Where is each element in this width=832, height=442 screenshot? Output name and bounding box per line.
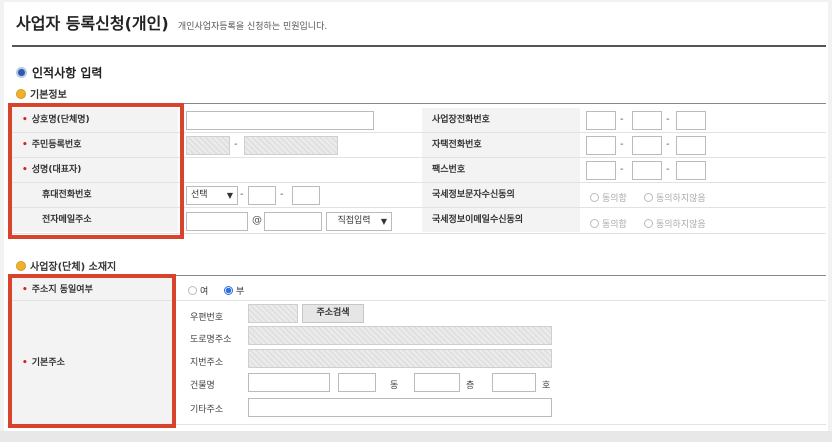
section-title: 인적사항 입력 [32, 66, 103, 80]
bullet-dot-icon [16, 88, 26, 99]
home-phone-middle-input[interactable] [632, 136, 662, 155]
business-phone-area-input[interactable] [586, 111, 616, 130]
building-floor-input[interactable] [414, 373, 460, 392]
email-consent-yes-radio[interactable]: 동의함 [590, 217, 627, 230]
page-subtitle: 개인사업자등록을 신청하는 민원입니다. [177, 22, 328, 32]
section-heading: 인적사항 입력 [16, 64, 102, 81]
fax-middle-input[interactable] [632, 161, 662, 180]
email-consent-no-radio[interactable]: 동의하지않음 [644, 217, 706, 230]
building-label: 건물명 [190, 381, 215, 391]
application-page: 사업자 등록신청(개인) 개인사업자등록을 신청하는 민원입니다. 인적사항 입… [4, 2, 828, 438]
dash-separator: - [666, 139, 670, 150]
floor-unit: 층 [466, 381, 475, 391]
dash-separator: - [666, 164, 670, 175]
same-address-no-radio[interactable]: 부 [224, 284, 244, 297]
same-address-yes-radio[interactable]: 여 [188, 284, 208, 297]
bullet-circle-icon [16, 67, 27, 78]
home-phone-area-input[interactable] [586, 136, 616, 155]
page-bottom-strip [0, 431, 832, 442]
label-home-phone: 자택전화번호 [422, 133, 580, 157]
postcode-input [248, 304, 298, 323]
dash-separator: - [620, 139, 624, 150]
road-address-label: 도로명주소 [190, 335, 232, 345]
other-address-input[interactable] [248, 398, 552, 417]
chevron-down-icon: ▼ [226, 191, 233, 200]
building-dong-input[interactable] [338, 373, 376, 392]
chevron-down-icon: ▼ [380, 217, 387, 226]
dash-separator: - [280, 189, 284, 200]
email-at-sign: @ [252, 215, 262, 226]
company-name-input[interactable] [186, 111, 374, 130]
email-domain-select[interactable]: 직접입력 ▼ [326, 212, 392, 231]
email-domain-input[interactable] [264, 212, 322, 231]
dash-separator: - [620, 114, 624, 125]
resident-number-first-input [186, 136, 230, 155]
highlight-box-address [8, 274, 176, 428]
bullet-dot-icon [16, 260, 26, 271]
dash-separator: - [234, 139, 238, 150]
dash-separator: - [620, 164, 624, 175]
jibun-address-label: 지번주소 [190, 358, 224, 368]
sms-consent-yes-radio[interactable]: 동의함 [590, 191, 627, 204]
label-email-consent: 국세정보이메일수신동의 [422, 208, 580, 232]
fax-area-input[interactable] [586, 161, 616, 180]
business-phone-last-input[interactable] [676, 111, 706, 130]
home-phone-last-input[interactable] [676, 136, 706, 155]
location-title: 사업장(단체) 소재지 [30, 262, 117, 273]
road-address-input [248, 326, 552, 345]
dong-unit: 동 [390, 381, 399, 391]
resident-number-second-input [244, 136, 338, 155]
postcode-label: 우편번호 [190, 313, 224, 323]
page-title: 사업자 등록신청(개인) [16, 14, 169, 33]
mobile-prefix-select[interactable]: 선택 ▼ [186, 186, 238, 205]
highlight-box-basic-info [8, 103, 184, 239]
business-phone-middle-input[interactable] [632, 111, 662, 130]
title-divider [12, 45, 826, 47]
location-heading: 사업장(단체) 소재지 [16, 258, 116, 273]
page-header: 사업자 등록신청(개인) 개인사업자등록을 신청하는 민원입니다. [16, 10, 327, 34]
email-id-input[interactable] [186, 212, 248, 231]
fax-last-input[interactable] [676, 161, 706, 180]
label-fax: 팩스번호 [422, 158, 580, 182]
other-address-label: 기타주소 [190, 405, 224, 415]
mobile-last-input[interactable] [292, 186, 320, 205]
building-ho-input[interactable] [492, 373, 536, 392]
label-business-phone: 사업장전화번호 [422, 108, 580, 132]
mobile-middle-input[interactable] [248, 186, 276, 205]
building-name-input[interactable] [248, 373, 330, 392]
sms-consent-no-radio[interactable]: 동의하지않음 [644, 191, 706, 204]
dash-separator: - [666, 114, 670, 125]
address-search-button[interactable]: 주소검색 [302, 304, 364, 323]
ho-unit: 호 [542, 381, 551, 391]
dash-separator: - [240, 189, 244, 200]
basic-info-title: 기본정보 [30, 90, 67, 101]
jibun-address-input [248, 349, 552, 368]
label-sms-consent: 국세정보문자수신동의 [422, 183, 580, 207]
basic-info-heading: 기본정보 [16, 86, 67, 101]
